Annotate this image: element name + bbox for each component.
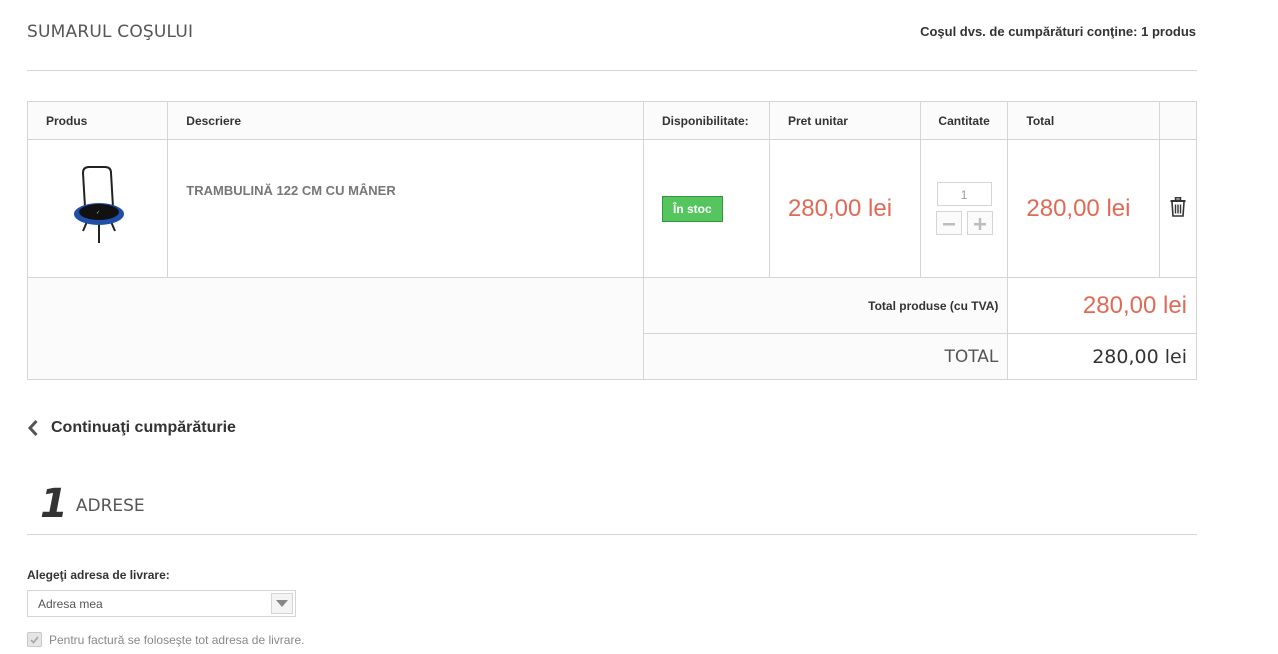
col-header-quantity: Cantitate [919,101,1009,140]
product-name[interactable]: TRAMBULINĂ 122 CM CU MÂNER [186,183,625,198]
delivery-address-select[interactable]: Adresa mea [27,590,296,617]
in-stock-badge: În stoc [662,195,723,222]
dropdown-arrow[interactable] [271,593,293,614]
divider [27,534,1197,535]
continue-shopping-link[interactable]: Continuaţi cumpărăturie [27,418,236,438]
unit-price: 280,00 lei [768,139,921,278]
cart-table: Produs Descriere Disponibilitate: Pret u… [26,101,1197,380]
quantity-cell: 1 [919,139,1009,278]
plus-icon [973,218,986,230]
total-label: TOTAL [642,333,1009,380]
step-number: 1 [40,481,68,527]
cart-count-text: Coşul dvs. de cumpărături conţine: 1 pro… [920,24,1196,39]
checkmark-icon [30,635,39,644]
delete-cell [1159,139,1197,278]
product-image-cell[interactable]: ✓ [26,139,169,278]
col-header-delete [1159,101,1197,140]
col-header-description: Descriere [167,101,644,140]
col-header-availability: Disponibilitate: [643,101,770,140]
chevron-down-icon [276,599,288,607]
availability-cell: În stoc [643,139,770,278]
continue-shopping-label: Continuaţi cumpărăturie [51,419,236,436]
line-total: 280,00 lei [1007,139,1161,278]
divider [27,70,1197,71]
invoice-same-address-checkbox[interactable] [27,632,42,647]
table-header-row: Produs Descriere Disponibilitate: Pret u… [26,101,1197,140]
trampoline-image[interactable]: ✓ [53,157,143,257]
chevron-left-icon [27,419,38,437]
step-heading: 1 ADRESE [40,484,145,524]
summary-empty-cell [27,277,644,380]
trash-icon[interactable] [1170,197,1186,217]
invoice-checkbox-label: Pentru factură se foloseşte tot adresa d… [49,632,305,647]
minus-icon [942,223,955,226]
svg-text:✓: ✓ [96,210,100,216]
delivery-address-value: Adresa mea [38,596,103,611]
quantity-input[interactable]: 1 [936,182,992,206]
summary-products-row: Total produse (cu TVA) 280,00 lei [27,277,1197,380]
total-products-label: Total produse (cu TVA) [642,277,1009,334]
delivery-address-label: Alegeţi adresa de livrare: [27,568,170,582]
step-title: ADRESE [75,496,145,516]
col-header-product: Produs [26,101,169,140]
total-products-value: 280,00 lei [1007,277,1197,334]
col-header-total: Total [1007,101,1161,140]
quantity-decrease-button[interactable] [935,211,962,235]
invoice-address-option: Pentru factură se foloseşte tot adresa d… [27,632,304,647]
product-description-cell: TRAMBULINĂ 122 CM CU MÂNER [167,139,644,278]
col-header-unit-price: Pret unitar [768,101,921,140]
quantity-increase-button[interactable] [966,211,993,235]
total-value: 280,00 lei [1007,333,1197,380]
table-row: ✓ TRAMBULINĂ 122 CM CU MÂNER În stoc 280… [26,139,1197,278]
page-title: SUMARUL COŞULUI [27,22,194,42]
